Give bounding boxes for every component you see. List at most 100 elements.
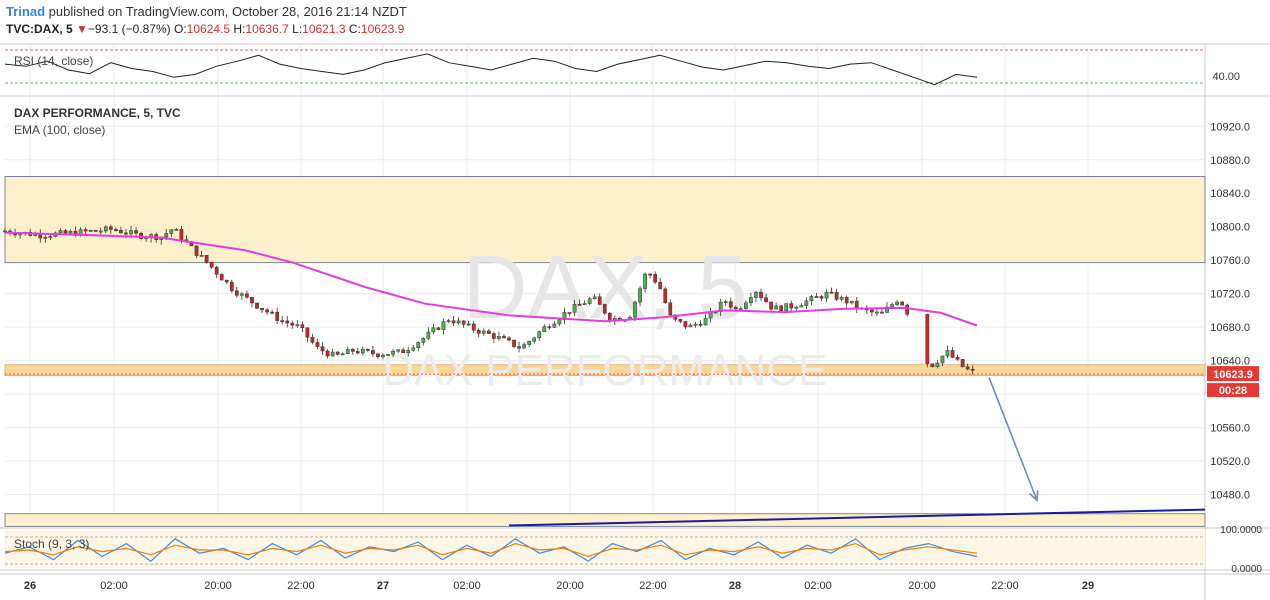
candle-body [421,338,426,343]
candle-body [456,320,461,324]
candle-body [209,261,214,268]
main-pane-title[interactable]: DAX PERFORMANCE, 5, TVC [14,106,181,120]
candle-body [486,330,491,334]
candle-body [754,291,758,298]
candle-body [653,274,658,283]
candle-body [925,314,930,365]
candle-body [446,320,451,323]
ema-label[interactable]: EMA (100, close) [14,123,105,137]
candle-body [335,351,340,355]
candle-body [451,320,456,324]
candle-body [325,350,330,357]
candle-body [315,342,320,347]
high-label: H: [233,22,246,36]
stoch-label[interactable]: Stoch (9, 3, 3) [14,537,89,551]
candle-body [234,290,239,296]
candle-body [431,327,436,333]
chart-canvas[interactable]: DAX, 5DAX PERFORMANCE10920.010880.010840… [0,0,1270,600]
candle-body [597,296,602,305]
candle-body [723,301,728,303]
candle-body [577,303,582,306]
candle-body [169,229,174,234]
candle-body [522,344,526,349]
candle-body [48,236,53,238]
candle-body [224,279,229,283]
candle-body [219,273,224,281]
candle-body [839,296,844,300]
candle-body [295,324,300,327]
candle-body [633,301,637,318]
candle-body [250,297,254,304]
candle-body [905,304,910,315]
candle-body [744,302,748,309]
candle-body [376,353,380,357]
time-tick-label: 26 [24,580,36,592]
time-tick-label: 22:00 [991,580,1019,592]
candle-body [255,302,259,309]
candle-body [844,296,849,304]
candle-body [229,281,234,292]
price-tick-label: 10720.0 [1210,289,1250,301]
candle-body [749,297,753,304]
projection-arrow [988,377,1038,501]
candle-body [769,301,773,310]
candle-body [764,297,768,303]
candle-body [381,354,385,357]
symbol-label[interactable]: TVC:DAX, 5 [6,22,73,36]
publish-line: Trinad published on TradingView.com, Oct… [6,4,407,19]
candle-body [683,321,688,328]
price-tick-label: 10560.0 [1210,423,1250,435]
candle-body [386,354,390,356]
candle-body [668,302,673,316]
candle-body [935,362,940,367]
candle-body [103,226,108,232]
rsi-tick-label: 40.00 [1212,71,1240,83]
candle-body [607,312,612,321]
rsi-label[interactable]: RSI (14, close) [14,54,93,68]
candle-body [698,323,703,326]
candle-body [330,351,335,357]
candle-body [693,323,698,326]
candle-body [587,298,592,304]
candle-body [401,349,406,353]
candle-body [602,304,607,314]
candle-body [406,349,411,353]
candle-body [512,339,516,347]
low-label: L: [292,22,303,36]
candle-body [497,336,501,339]
candle-body [114,229,118,231]
candle-body [507,337,511,341]
candle-body [794,306,799,309]
candle-body [965,366,970,370]
author-link[interactable]: Trinad [6,4,45,19]
candle-body [396,349,400,352]
candle-body [789,303,794,309]
candle-body [834,291,839,300]
publish-text: published on TradingView.com, October 28… [48,4,407,19]
time-tick-label: 27 [377,580,389,592]
candle-body [880,311,884,314]
candle-body [809,296,814,302]
time-tick-label: 02:00 [804,580,832,592]
candle-body [164,233,169,238]
candle-body [124,232,128,235]
high-value: 10636.7 [245,22,289,36]
candle-body [441,321,446,330]
stoch-tick-top: 100.0000 [1220,525,1262,536]
candle-body [83,229,88,232]
candle-body [970,368,975,371]
symbol-ohlc-line: TVC:DAX, 5 ▼−93.1 (−0.87%) O:10624.5 H:1… [6,22,404,36]
candle-body [648,273,652,276]
price-tick-label: 10640.0 [1210,356,1250,368]
candle-body [532,337,537,342]
candle-body [950,350,955,358]
candle-body [542,326,547,332]
candle-body [245,293,249,298]
candle-body [391,350,395,355]
candle-body [955,357,960,360]
candle-body [260,307,264,311]
candle-body [481,330,486,334]
candle-body [945,350,950,357]
candle-body [360,348,365,354]
time-tick-label: 20:00 [556,580,584,592]
